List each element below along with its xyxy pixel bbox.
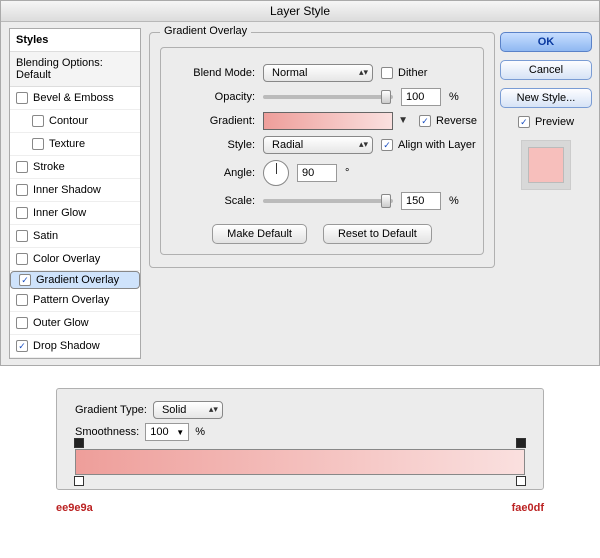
gradient-bar[interactable] (75, 449, 525, 475)
gradient-type-select[interactable]: Solid▴▾ (153, 401, 223, 419)
sidebar-item-label: Satin (33, 230, 58, 242)
checkbox[interactable] (16, 92, 28, 104)
sidebar-item-label: Drop Shadow (33, 340, 100, 352)
reverse-checkbox[interactable]: ✓ (419, 115, 431, 127)
dither-label: Dither (398, 67, 427, 79)
checkbox[interactable] (16, 161, 28, 173)
style-label: Style: (167, 139, 255, 151)
checkbox[interactable] (16, 184, 28, 196)
sidebar-item-outer-glow[interactable]: Outer Glow (10, 312, 140, 335)
sidebar-item-color-overlay[interactable]: Color Overlay (10, 248, 140, 271)
sidebar-item-label: Pattern Overlay (33, 294, 109, 306)
sidebar-item-label: Inner Glow (33, 207, 86, 219)
pct-label: % (449, 195, 459, 207)
opacity-field[interactable]: 100 (401, 88, 441, 106)
color-stop-right[interactable] (516, 476, 526, 486)
align-label: Align with Layer (398, 139, 476, 151)
angle-label: Angle: (167, 167, 255, 179)
sidebar-item-gradient-overlay[interactable]: ✓ Gradient Overlay (10, 271, 140, 289)
sidebar-item-label: Gradient Overlay (36, 274, 119, 286)
color-stop-left[interactable] (74, 476, 84, 486)
updown-icon: ▴▾ (209, 404, 218, 415)
pct-label: % (195, 426, 205, 438)
align-checkbox[interactable]: ✓ (381, 139, 393, 151)
checkbox[interactable] (16, 230, 28, 242)
gradient-swatch[interactable]: ▼ (263, 112, 393, 130)
checkbox[interactable] (16, 207, 28, 219)
preview-swatch-well (521, 140, 571, 190)
checkbox[interactable] (16, 253, 28, 265)
checkbox[interactable] (16, 317, 28, 329)
updown-icon: ▴▾ (359, 67, 368, 78)
checkbox[interactable] (32, 115, 44, 127)
gradient-type-label: Gradient Type: (75, 404, 147, 416)
checkbox[interactable] (16, 294, 28, 306)
pct-label: % (449, 91, 459, 103)
scale-field[interactable]: 150 (401, 192, 441, 210)
sidebar-item-pattern-overlay[interactable]: Pattern Overlay (10, 289, 140, 312)
gradient-overlay-group: Gradient Overlay Gradient Blend Mode: No… (149, 32, 495, 268)
new-style-button[interactable]: New Style... (500, 88, 592, 108)
cancel-button[interactable]: Cancel (500, 60, 592, 80)
angle-field[interactable]: 90 (297, 164, 337, 182)
sidebar-item-drop-shadow[interactable]: ✓ Drop Shadow (10, 335, 140, 358)
sidebar-item-label: Inner Shadow (33, 184, 101, 196)
opacity-label: Opacity: (167, 91, 255, 103)
sidebar-item-satin[interactable]: Satin (10, 225, 140, 248)
sidebar-item-label: Stroke (33, 161, 65, 173)
gradient-editor-panel: Gradient Type: Solid▴▾ Smoothness: 100▼ … (56, 388, 544, 490)
chevron-down-icon[interactable]: ▼ (176, 428, 184, 437)
updown-icon: ▴▾ (359, 139, 368, 150)
blend-mode-select[interactable]: Normal▴▾ (263, 64, 373, 82)
sidebar-item-label: Outer Glow (33, 317, 89, 329)
preview-label: Preview (535, 116, 574, 128)
blend-mode-label: Blend Mode: (167, 67, 255, 79)
opacity-stop-left[interactable] (74, 438, 84, 448)
scale-slider[interactable] (263, 199, 393, 203)
sidebar-item-label: Texture (49, 138, 85, 150)
sidebar-item-label: Bevel & Emboss (33, 92, 114, 104)
preview-swatch (528, 147, 564, 183)
deg-label: ° (345, 167, 349, 179)
hex-right: fae0df (512, 502, 544, 514)
angle-dial[interactable] (263, 160, 289, 186)
styles-sidebar: Styles Blending Options: Default Bevel &… (9, 28, 141, 359)
make-default-button[interactable]: Make Default (212, 224, 307, 244)
checkbox[interactable]: ✓ (16, 340, 28, 352)
sidebar-item-label: Color Overlay (33, 253, 100, 265)
inner-legend: Gradient (160, 25, 210, 37)
dither-checkbox[interactable] (381, 67, 393, 79)
gradient-label: Gradient: (167, 115, 255, 127)
ok-button[interactable]: OK (500, 32, 592, 52)
sidebar-item-contour[interactable]: Contour (10, 110, 140, 133)
smoothness-label: Smoothness: (75, 426, 139, 438)
opacity-stop-right[interactable] (516, 438, 526, 448)
chevron-down-icon[interactable]: ▼ (398, 115, 408, 126)
reset-default-button[interactable]: Reset to Default (323, 224, 432, 244)
sidebar-item-inner-glow[interactable]: Inner Glow (10, 202, 140, 225)
hex-left: ee9e9a (56, 502, 93, 514)
sidebar-item-stroke[interactable]: Stroke (10, 156, 140, 179)
smoothness-field[interactable]: 100▼ (145, 423, 189, 441)
sidebar-item-inner-shadow[interactable]: Inner Shadow (10, 179, 140, 202)
sidebar-blending-options[interactable]: Blending Options: Default (10, 52, 140, 87)
sidebar-header[interactable]: Styles (10, 29, 140, 52)
sidebar-item-label: Contour (49, 115, 88, 127)
preview-checkbox[interactable]: ✓ (518, 116, 530, 128)
sidebar-item-bevel-emboss[interactable]: Bevel & Emboss (10, 87, 140, 110)
checkbox[interactable] (32, 138, 44, 150)
reverse-label: Reverse (436, 115, 477, 127)
sidebar-item-texture[interactable]: Texture (10, 133, 140, 156)
opacity-slider[interactable] (263, 95, 393, 99)
checkbox[interactable]: ✓ (19, 274, 31, 286)
style-select[interactable]: Radial▴▾ (263, 136, 373, 154)
window-titlebar: Layer Style (1, 1, 599, 22)
scale-label: Scale: (167, 195, 255, 207)
